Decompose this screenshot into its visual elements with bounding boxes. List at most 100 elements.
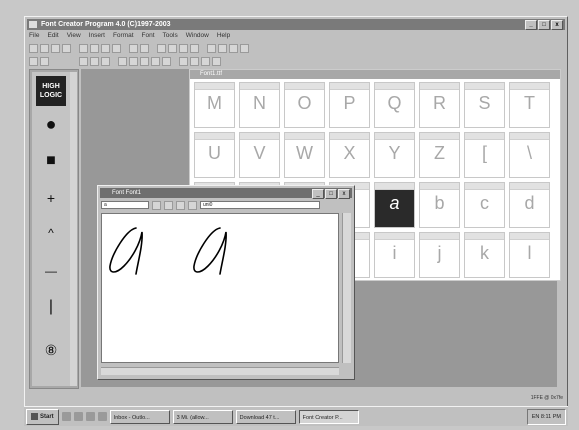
snap-icon[interactable] (201, 56, 210, 66)
circle-tool-icon[interactable]: ● (32, 114, 70, 135)
glyph-cell[interactable]: S (464, 82, 505, 128)
glyph-cell[interactable]: c (464, 182, 505, 228)
task-explorer[interactable]: 3 Mi. (allow... (172, 409, 233, 424)
menu-help[interactable]: Help (217, 31, 230, 41)
bold-icon[interactable] (152, 200, 161, 210)
quicklaunch-desktop-icon[interactable] (61, 412, 71, 421)
arrow-right-icon[interactable] (90, 56, 99, 66)
undo-icon[interactable] (129, 43, 138, 53)
print-icon[interactable] (79, 43, 88, 53)
copy-icon[interactable] (101, 43, 110, 53)
tool-panel-scrollbar[interactable] (70, 72, 77, 386)
minimize-button[interactable]: _ (525, 20, 537, 30)
glyph-cell[interactable]: O (284, 82, 325, 128)
glyph-canvas[interactable] (101, 213, 339, 363)
contour-icon[interactable] (162, 56, 171, 66)
task-font-creator[interactable]: Font Creator P... (298, 409, 359, 424)
quicklaunch-mail-icon[interactable] (85, 412, 95, 421)
test-icon[interactable] (179, 43, 188, 53)
glyph-cell[interactable]: U (194, 132, 235, 178)
mapping-icon[interactable] (240, 43, 249, 53)
menu-font[interactable]: Font (142, 31, 155, 41)
menu-window[interactable]: Window (186, 31, 209, 41)
font-window-title[interactable]: Font1.ttf (190, 70, 560, 79)
glyph-cell[interactable]: Z (419, 132, 460, 178)
guides-icon[interactable] (190, 56, 199, 66)
rectangle-tool-icon[interactable]: ■ (32, 152, 70, 170)
zoom-icon[interactable] (157, 43, 166, 53)
glyph-cell[interactable]: j (419, 232, 460, 278)
redo-icon[interactable] (140, 43, 149, 53)
zoom-out-icon[interactable] (40, 56, 49, 66)
glyph-cell[interactable]: Q (374, 82, 415, 128)
new-icon[interactable] (29, 43, 38, 53)
align-icon[interactable] (101, 56, 110, 66)
validate-icon[interactable] (190, 43, 199, 53)
edit-maximize-button[interactable]: □ (325, 189, 337, 199)
glyph-cell[interactable]: a (374, 182, 415, 228)
italic-icon[interactable] (164, 200, 173, 210)
arrow-left-icon[interactable] (79, 56, 88, 66)
close-button[interactable]: x (551, 20, 563, 30)
properties-icon[interactable] (207, 43, 216, 53)
open-icon[interactable] (40, 43, 49, 53)
overlay-icon[interactable] (179, 56, 188, 66)
glyph-cell[interactable]: [ (464, 132, 505, 178)
save-icon[interactable] (51, 43, 60, 53)
glyph-cell[interactable]: l (509, 232, 550, 278)
caret-tool-icon[interactable]: ^ (32, 226, 70, 240)
glyph-cell[interactable]: d (509, 182, 550, 228)
underline-icon[interactable] (176, 200, 185, 210)
grid-icon[interactable] (168, 43, 177, 53)
task-outlook[interactable]: Inbox - Outlo... (109, 409, 170, 424)
glyph-name-select[interactable]: uni0 (200, 201, 320, 209)
node-icon[interactable] (151, 56, 160, 66)
quicklaunch-media-icon[interactable] (97, 412, 107, 421)
quicklaunch-browser-icon[interactable] (73, 412, 83, 421)
glyph-cell[interactable]: k (464, 232, 505, 278)
add-point-tool-icon[interactable]: + (32, 190, 70, 206)
horizontal-line-tool-icon[interactable]: — (32, 264, 70, 278)
menu-file[interactable]: File (29, 31, 39, 41)
start-button[interactable]: Start (26, 408, 59, 425)
glyph-cell[interactable]: N (239, 82, 280, 128)
task-download[interactable]: Download 47 t... (235, 409, 296, 424)
vertical-line-tool-icon[interactable]: | (32, 298, 70, 316)
edit-window-title[interactable]: Font Font1 _ □ x (100, 188, 352, 199)
title-bar[interactable]: Font Creator Program 4.0 (C)1997-2003 _ … (27, 19, 565, 30)
glyph-cell[interactable]: Y (374, 132, 415, 178)
metrics-icon[interactable] (218, 43, 227, 53)
edit-horizontal-scrollbar[interactable] (101, 367, 339, 375)
save-all-icon[interactable] (62, 43, 71, 53)
strike-icon[interactable] (188, 200, 197, 210)
glyph-cell[interactable]: \ (509, 132, 550, 178)
flip-h-icon[interactable] (118, 56, 127, 66)
menu-insert[interactable]: Insert (89, 31, 105, 41)
edit-minimize-button[interactable]: _ (312, 189, 324, 199)
glyph-cell[interactable]: X (329, 132, 370, 178)
paste-icon[interactable] (112, 43, 121, 53)
glyph-cell[interactable]: W (284, 132, 325, 178)
menu-view[interactable]: View (67, 31, 81, 41)
maximize-button[interactable]: □ (538, 20, 550, 30)
menu-format[interactable]: Format (113, 31, 134, 41)
glyph-select[interactable]: a (101, 201, 149, 209)
glyph-cell[interactable]: R (419, 82, 460, 128)
kerning-icon[interactable] (229, 43, 238, 53)
rotate-icon[interactable] (140, 56, 149, 66)
contour-direction-tool-icon[interactable]: ⑧ (32, 342, 70, 359)
glyph-cell[interactable]: T (509, 82, 550, 128)
cut-icon[interactable] (90, 43, 99, 53)
glyph-cell[interactable]: M (194, 82, 235, 128)
zoom-in-icon[interactable] (29, 56, 38, 66)
points-icon[interactable] (212, 56, 221, 66)
edit-vertical-scrollbar[interactable] (342, 213, 351, 363)
glyph-cell[interactable]: b (419, 182, 460, 228)
glyph-cell[interactable]: i (374, 232, 415, 278)
menu-tools[interactable]: Tools (163, 31, 178, 41)
flip-v-icon[interactable] (129, 56, 138, 66)
glyph-cell[interactable]: P (329, 82, 370, 128)
menu-edit[interactable]: Edit (47, 31, 58, 41)
glyph-cell[interactable]: V (239, 132, 280, 178)
edit-close-button[interactable]: x (338, 189, 350, 199)
